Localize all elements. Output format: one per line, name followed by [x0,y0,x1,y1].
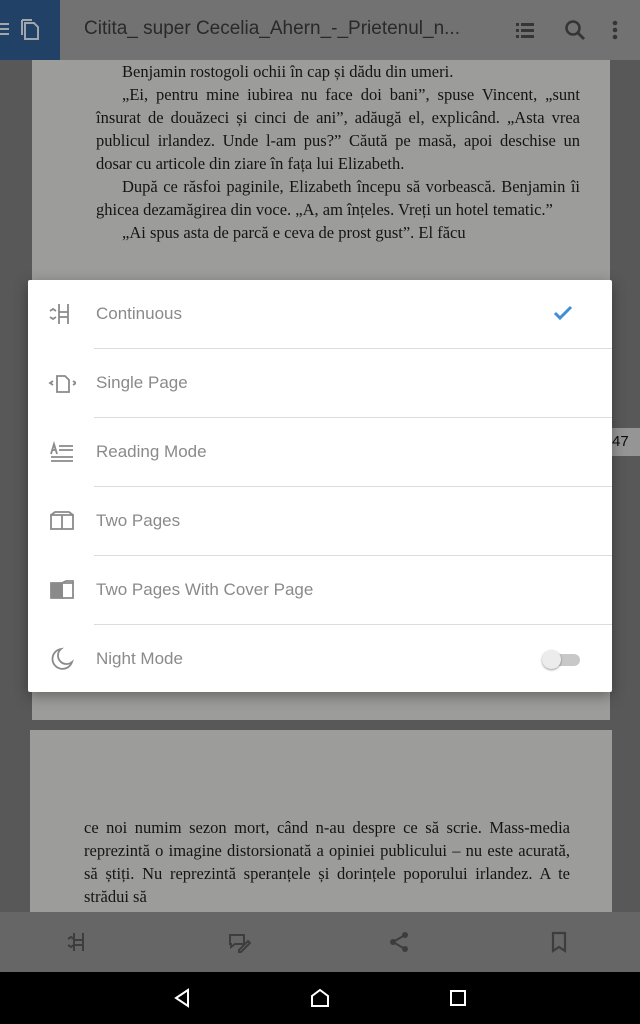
two-pages-cover-icon [50,580,74,599]
reading-mode-icon [50,440,73,462]
continuous-scroll-icon [49,304,69,324]
menu-item-label: Reading Mode [96,442,207,461]
home-icon[interactable] [308,986,332,1010]
menu-item-label: Single Page [96,373,188,392]
night-mode-toggle[interactable] [542,650,582,669]
menu-item-label: Two Pages With Cover Page [96,580,314,599]
two-pages-icon [50,511,74,530]
view-mode-dialog: Continuous Single Page Reading Mode Two … [28,280,612,692]
moon-icon [51,647,74,670]
single-page-icon [48,375,76,393]
system-nav-bar [0,972,640,1024]
menu-item-label: Two Pages [96,511,181,530]
recents-icon[interactable] [446,986,470,1010]
menu-item-reading-mode[interactable]: Reading Mode [28,418,612,487]
menu-item-night-mode[interactable]: Night Mode [28,625,612,694]
menu-item-single-page[interactable]: Single Page [28,349,612,418]
menu-item-label: Night Mode [96,649,183,668]
menu-item-two-pages-cover[interactable]: Two Pages With Cover Page [28,556,612,625]
checkmark-icon [553,305,573,321]
back-icon[interactable] [170,986,194,1010]
toggle-thumb [542,650,561,669]
menu-item-label: Continuous [96,304,183,323]
menu-item-continuous[interactable]: Continuous [28,280,612,349]
menu-item-two-pages[interactable]: Two Pages [28,487,612,556]
